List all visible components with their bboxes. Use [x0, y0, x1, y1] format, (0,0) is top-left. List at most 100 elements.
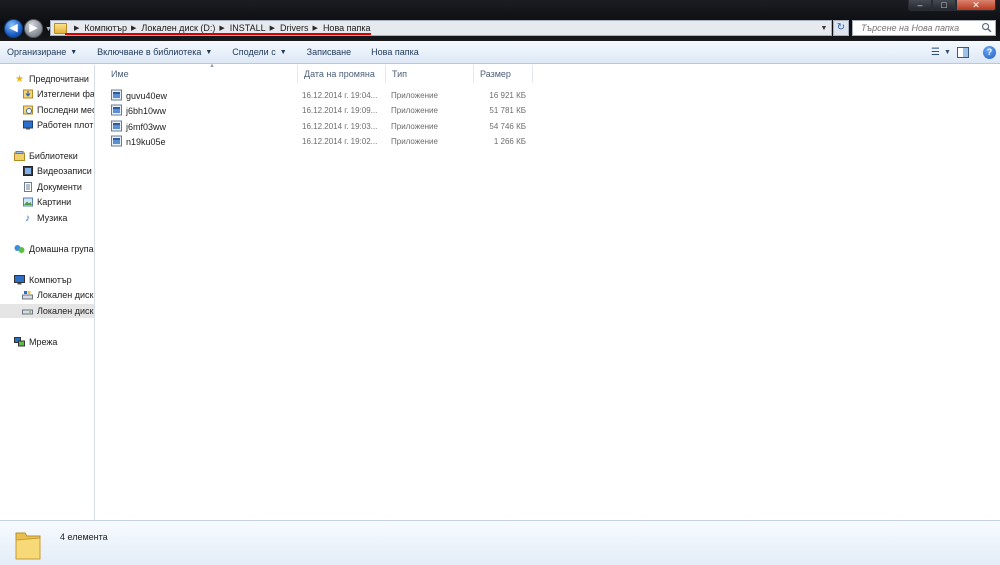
nav-videos[interactable]: Видеозаписи	[22, 164, 92, 178]
nav-network[interactable]: Мрежа	[14, 335, 57, 349]
arrow-left-icon: ◀	[9, 22, 18, 34]
file-type: Приложение	[391, 91, 438, 100]
homegroup-icon	[14, 244, 25, 255]
nav-music-label: Музика	[37, 213, 68, 223]
nav-downloads[interactable]: Изтеглени фай	[22, 87, 95, 101]
nav-favorites-label: Предпочитани	[29, 74, 89, 84]
preview-pane-icon	[957, 46, 969, 58]
nav-local-disk-d[interactable]: Локален диск	[0, 304, 94, 318]
file-size: 51 781 КБ	[489, 106, 526, 115]
file-type: Приложение	[391, 137, 438, 146]
nav-local-disk-d-label: Локален диск	[37, 306, 94, 316]
chevron-right-icon[interactable]: ▶	[219, 24, 224, 32]
column-header-name-label: Име	[111, 69, 129, 79]
documents-icon	[22, 182, 33, 193]
column-header-type[interactable]: Тип	[386, 65, 474, 83]
nav-computer-label: Компютър	[29, 275, 72, 285]
arrow-right-icon: ▶	[29, 22, 38, 34]
preview-pane-button[interactable]	[957, 46, 971, 58]
star-icon: ★	[15, 73, 24, 85]
videos-icon	[22, 166, 33, 177]
chevron-down-icon: ▼	[943, 48, 951, 56]
nav-favorites[interactable]: ★ Предпочитани	[14, 72, 89, 86]
nav-documents-label: Документи	[37, 182, 82, 192]
column-header-size[interactable]: Размер	[474, 65, 533, 83]
chevron-right-icon[interactable]: ▶	[270, 24, 275, 32]
command-bar: Организиране ▼ Включване в библиотека ▼ Сп…	[0, 41, 1000, 64]
nav-pictures-label: Картини	[37, 197, 72, 207]
address-history-dropdown[interactable]: ▼	[817, 25, 831, 32]
file-row[interactable]: j6mf03ww 16.12.2014 г. 19:03... Приложен…	[108, 119, 538, 134]
breadcrumb-drivers[interactable]: Drivers	[280, 23, 309, 33]
desktop-icon	[22, 120, 33, 131]
search-input[interactable]	[861, 23, 973, 33]
file-row[interactable]: guvu40ew 16.12.2014 г. 19:04... Приложен…	[108, 88, 538, 103]
share-with-button[interactable]: Сподели с ▼	[225, 41, 293, 63]
nav-recent-places[interactable]: Последни мес	[22, 103, 94, 117]
help-button[interactable]: ?	[983, 45, 996, 59]
nav-downloads-label: Изтеглени фай	[37, 89, 95, 99]
navigation-buttons: ◀ ▶ ▼	[4, 18, 52, 40]
application-icon	[111, 89, 122, 101]
drive-icon	[22, 290, 33, 301]
column-header-name[interactable]: ▲ Име	[105, 63, 298, 83]
navigation-pane: ★ Предпочитани Изтеглени фай Последни мес…	[0, 65, 95, 520]
nav-homegroup[interactable]: Домашна група	[14, 242, 94, 256]
minimize-button[interactable]: –	[908, 0, 932, 11]
breadcrumb-computer[interactable]: Компютър	[84, 23, 127, 33]
pictures-icon	[22, 197, 33, 208]
search-icon[interactable]	[981, 22, 992, 33]
nav-videos-label: Видеозаписи	[37, 166, 92, 176]
chevron-right-icon[interactable]: ▶	[131, 24, 136, 32]
details-pane: 4 елемента	[0, 520, 1000, 565]
nav-desktop[interactable]: Работен плот	[22, 118, 93, 132]
nav-homegroup-label: Домашна група	[29, 244, 94, 254]
back-button[interactable]: ◀	[4, 19, 23, 38]
nav-libraries[interactable]: Библиотеки	[14, 149, 78, 163]
nav-music[interactable]: ♪ Музика	[22, 211, 67, 225]
file-list-pane: ▲ Име Дата на промяна Тип Размер guvu40e…	[96, 63, 1000, 520]
change-view-button[interactable]: ☰ ▼	[931, 46, 951, 58]
file-date: 16.12.2014 г. 19:02...	[302, 137, 378, 146]
chevron-down-icon: ▼	[70, 48, 78, 56]
network-icon	[14, 337, 25, 348]
nav-pictures[interactable]: Картини	[22, 195, 71, 209]
nav-local-disk-c[interactable]: Локален диск	[22, 288, 94, 302]
burn-button[interactable]: Записване	[300, 41, 359, 63]
file-name: n19ku05e	[126, 136, 166, 147]
file-size: 54 746 КБ	[489, 122, 526, 131]
refresh-button[interactable]: ↻	[833, 20, 849, 36]
file-date: 16.12.2014 г. 19:04...	[302, 91, 378, 100]
chevron-right-icon[interactable]: ▶	[74, 24, 79, 32]
file-row[interactable]: n19ku05e 16.12.2014 г. 19:02... Приложен…	[108, 134, 538, 149]
breadcrumb-new-folder[interactable]: Нова папка	[323, 23, 371, 33]
file-name: guvu40ew	[126, 90, 168, 101]
new-folder-button[interactable]: Нова папка	[364, 41, 426, 63]
recent-places-icon	[22, 105, 33, 116]
red-underline-annotation	[65, 33, 371, 35]
nav-documents[interactable]: Документи	[22, 180, 82, 194]
breadcrumb-install[interactable]: INSTALL	[230, 23, 266, 33]
forward-button[interactable]: ▶	[24, 19, 43, 38]
organize-button[interactable]: Организиране ▼	[0, 41, 84, 63]
column-header-date[interactable]: Дата на промяна	[298, 65, 386, 83]
include-in-library-button[interactable]: Включване в библиотека ▼	[90, 41, 219, 63]
file-row[interactable]: j6bh10ww 16.12.2014 г. 19:09... Приложен…	[108, 103, 538, 118]
nav-libraries-label: Библиотеки	[29, 151, 78, 161]
file-size: 16 921 КБ	[489, 91, 526, 100]
music-icon: ♪	[25, 212, 30, 224]
maximize-button[interactable]: □	[932, 0, 956, 11]
breadcrumb-local-disk-d[interactable]: Локален диск (D:)	[141, 23, 215, 33]
close-button[interactable]: ✕	[956, 0, 996, 11]
application-icon	[111, 120, 122, 132]
sort-up-icon: ▲	[209, 63, 215, 69]
nav-computer[interactable]: Компютър	[14, 273, 72, 287]
chevron-right-icon[interactable]: ▶	[313, 24, 318, 32]
file-type: Приложение	[391, 122, 438, 131]
search-box[interactable]	[852, 20, 996, 36]
file-date: 16.12.2014 г. 19:09...	[302, 106, 378, 115]
folder-icon	[54, 22, 67, 34]
downloads-icon	[22, 89, 33, 100]
application-icon	[111, 104, 122, 116]
chevron-down-icon: ▼	[205, 48, 213, 56]
